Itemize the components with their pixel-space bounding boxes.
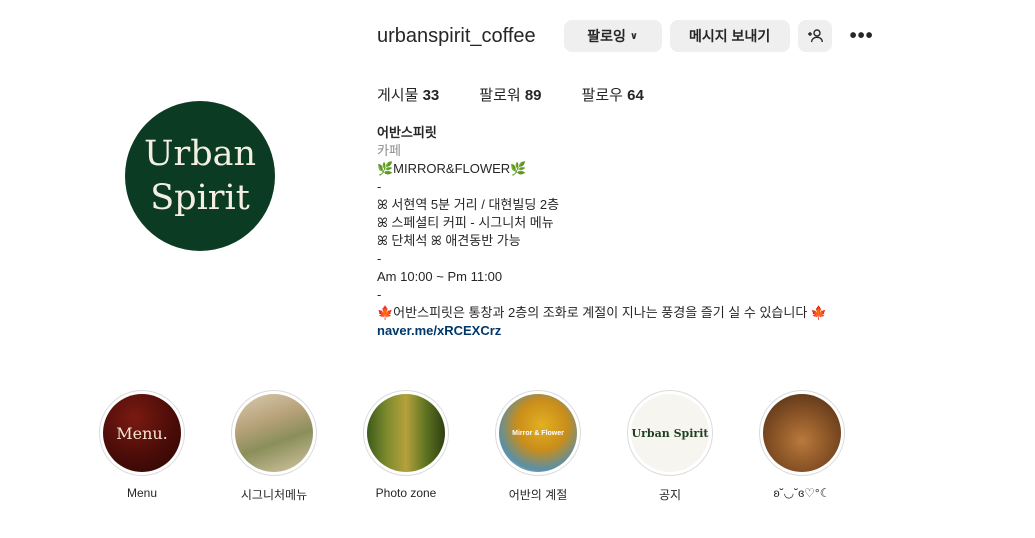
bio-line: - xyxy=(377,287,382,302)
highlight-thumbnail xyxy=(367,394,445,472)
profile-avatar[interactable]: Urban Spirit xyxy=(125,101,275,251)
following-count-label: 팔로우 xyxy=(581,87,623,104)
highlight-thumbnail xyxy=(235,394,313,472)
profile-stats: 게시물 33 팔로워 89 팔로우 64 xyxy=(377,84,684,105)
highlight-signature-menu[interactable]: 시그니처메뉴 xyxy=(230,390,318,503)
profile-header: urbanspirit_coffee 팔로잉 ∨ 메시지 보내기 ••• xyxy=(377,20,874,52)
stat-following[interactable]: 팔로우 64 xyxy=(582,84,644,105)
username: urbanspirit_coffee xyxy=(377,24,536,47)
bio-line: - xyxy=(377,251,382,266)
display-name: 어반스피릿 xyxy=(377,125,437,140)
avatar-text-line-1: Urban xyxy=(143,134,257,174)
bio-line: 🌿MIRROR&FLOWER🌿 xyxy=(377,161,527,176)
suggest-users-button[interactable] xyxy=(797,20,832,52)
bio-line: ꕤ 스페셜티 커피 - 시그니처 메뉴 xyxy=(377,215,554,230)
highlight-label: 공지 xyxy=(658,488,682,502)
bio-line: - xyxy=(377,179,382,194)
bio-line: ꕤ 단체석 ꕤ 애견동반 가능 xyxy=(377,233,521,248)
following-count: 64 xyxy=(627,87,644,104)
bio-line: 🍁어반스피릿은 통창과 2층의 조화로 계절이 지나는 풍경을 즐기 실 수 있… xyxy=(377,305,828,320)
avatar-text-line-2: Spirit xyxy=(150,178,250,218)
highlight-photo-zone[interactable]: Photo zone xyxy=(362,390,450,503)
message-button[interactable]: 메시지 보내기 xyxy=(669,20,790,52)
highlight-thumbnail xyxy=(763,394,841,472)
following-label: 팔로잉 xyxy=(587,28,626,44)
following-button[interactable]: 팔로잉 ∨ xyxy=(563,20,662,52)
highlight-label: ʚ˘◡˘ɞ♡°☾ xyxy=(773,486,831,500)
highlight-thumbnail: Mirror & Flower xyxy=(499,394,577,472)
bio-link[interactable]: naver.me/xRCEXCrz xyxy=(377,323,501,338)
posts-count: 33 xyxy=(422,87,440,104)
highlight-label: 어반의 계절 xyxy=(508,488,568,502)
highlight-menu[interactable]: Menu. Menu xyxy=(98,390,186,503)
followers-count: 89 xyxy=(524,87,542,104)
bio-line: ꕤ 서현역 5분 거리 / 대현빌딩 2층 xyxy=(377,197,560,212)
followers-label: 팔로워 xyxy=(479,87,521,104)
highlight-notice[interactable]: Urban Spirit 공지 xyxy=(626,390,714,503)
highlight-label: 시그니처메뉴 xyxy=(240,488,308,502)
posts-label: 게시물 xyxy=(377,87,419,104)
highlight-ring: Menu. xyxy=(99,390,185,476)
stat-followers[interactable]: 팔로워 89 xyxy=(479,84,541,105)
highlight-ring xyxy=(759,390,845,476)
more-options-icon[interactable]: ••• xyxy=(850,25,874,48)
highlight-thumbnail: Urban Spirit xyxy=(631,394,709,472)
profile-bio: 어반스피릿 카페 🌿MIRROR&FLOWER🌿 - ꕤ 서현역 5분 거리 /… xyxy=(377,124,937,340)
highlight-ring: Mirror & Flower xyxy=(495,390,581,476)
story-highlights: Menu. Menu 시그니처메뉴 Photo zone Mirror & Fl… xyxy=(98,390,890,503)
category-label: 카페 xyxy=(377,143,401,158)
highlight-label: Menu xyxy=(126,486,158,500)
bio-line: Am 10:00 ~ Pm 11:00 xyxy=(377,269,503,284)
highlight-label: Photo zone xyxy=(375,486,437,500)
highlight-season[interactable]: Mirror & Flower 어반의 계절 xyxy=(494,390,582,503)
highlight-ring: Urban Spirit xyxy=(627,390,713,476)
add-user-icon xyxy=(807,29,823,43)
highlight-ring xyxy=(363,390,449,476)
highlight-thumbnail: Menu. xyxy=(103,394,181,472)
chevron-down-icon: ∨ xyxy=(629,30,638,42)
stat-posts[interactable]: 게시물 33 xyxy=(377,84,439,105)
highlight-ring xyxy=(231,390,317,476)
highlight-bears[interactable]: ʚ˘◡˘ɞ♡°☾ xyxy=(758,390,846,503)
